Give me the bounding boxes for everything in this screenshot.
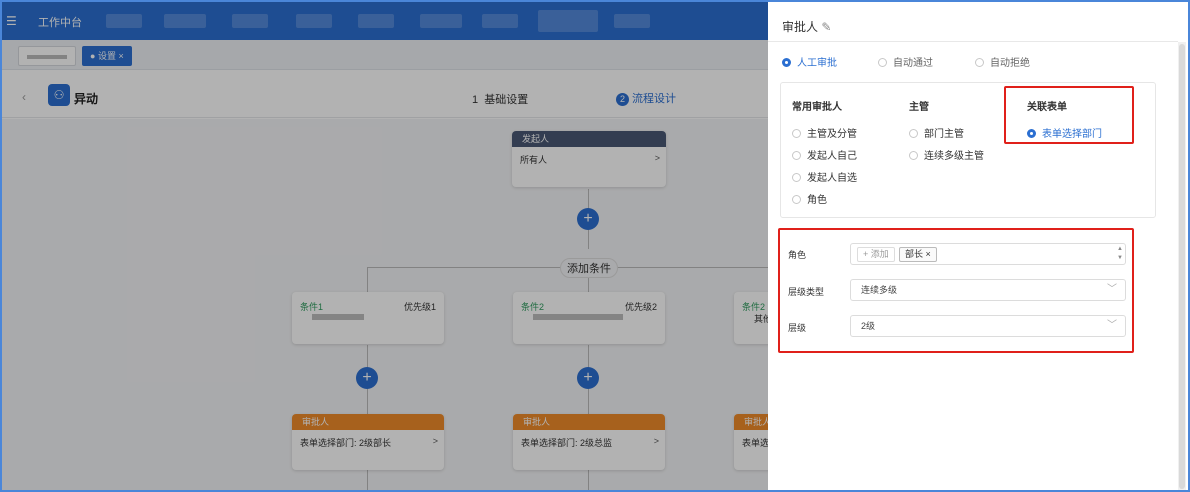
radio-dept-manager[interactable]: 部门主管 xyxy=(909,125,964,140)
radio-label: 主管及分管 xyxy=(807,129,857,140)
approver-drawer: 审批人 ✎ 人工审批 自动通过 自动拒绝 常用审批人 主管 关联表单 主管及分管… xyxy=(768,2,1188,490)
group-heading: 常用审批人 xyxy=(792,102,842,113)
highlight-box xyxy=(1004,86,1134,144)
modal-overlay[interactable] xyxy=(2,2,768,490)
highlight-box xyxy=(778,228,1134,353)
radio-label: 连续多级主管 xyxy=(924,151,984,162)
radio-label: 人工审批 xyxy=(797,58,837,69)
radio-role[interactable]: 角色 xyxy=(792,191,827,206)
radio-auto-pass[interactable]: 自动通过 xyxy=(878,54,933,69)
radio-initiator-self[interactable]: 发起人自己 xyxy=(792,147,857,162)
radio-auto-reject[interactable]: 自动拒绝 xyxy=(975,54,1030,69)
radio-label: 部门主管 xyxy=(924,129,964,140)
drawer-title: 审批人 ✎ xyxy=(782,18,831,35)
group-heading: 主管 xyxy=(909,102,929,113)
radio-manager-and-deputy[interactable]: 主管及分管 xyxy=(792,125,857,140)
radio-label: 发起人自己 xyxy=(807,151,857,162)
radio-initiator-choose[interactable]: 发起人自选 xyxy=(792,169,857,184)
radio-label: 自动拒绝 xyxy=(990,58,1030,69)
app-window: ☰ 工作中台 ● 设置 × ‹ ⚇ 异动 1 基础设置 2 流程设计 发起人 所有… xyxy=(0,0,1190,492)
radio-multi-level-manager[interactable]: 连续多级主管 xyxy=(909,147,984,162)
drawer-title-text: 审批人 xyxy=(782,20,819,34)
radio-manual-approval[interactable]: 人工审批 xyxy=(782,54,837,69)
radio-label: 发起人自选 xyxy=(807,173,857,184)
pencil-icon[interactable]: ✎ xyxy=(821,20,831,34)
scrollbar[interactable] xyxy=(1178,42,1186,490)
radio-label: 自动通过 xyxy=(893,58,933,69)
radio-label: 角色 xyxy=(807,195,827,206)
